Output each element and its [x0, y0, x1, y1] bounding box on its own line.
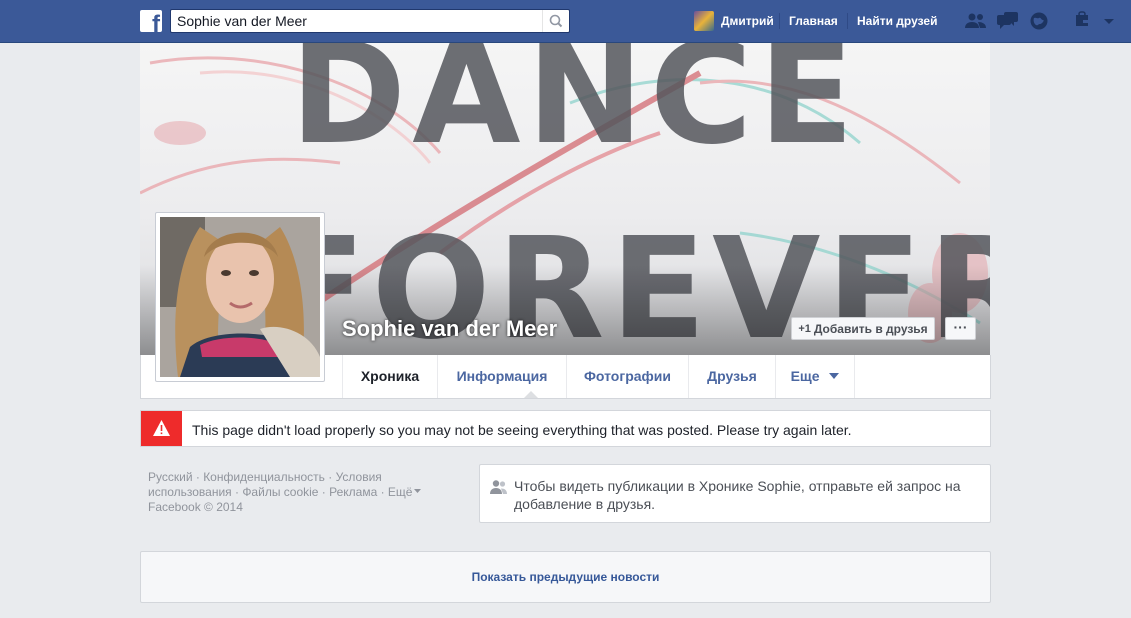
- footer-copyright: Facebook © 2014: [148, 500, 243, 514]
- messages-icon[interactable]: [996, 11, 1018, 31]
- top-navigation-bar: f Дмитрий Главная Найти друзей: [0, 0, 1131, 43]
- add-friend-label: Добавить в друзья: [813, 321, 928, 336]
- footer-links-line-2[interactable]: использования · Файлы cookie · Реклама ·…: [148, 485, 448, 500]
- add-friend-icon: +1: [798, 322, 811, 335]
- nav-user-name: Дмитрий: [721, 14, 774, 28]
- nav-divider: [847, 13, 848, 29]
- profile-name[interactable]: Sophie van der Meer: [342, 316, 557, 342]
- page-load-error-notice: This page didn't load properly so you ma…: [140, 410, 991, 447]
- friend-requests-icon[interactable]: [964, 11, 986, 31]
- cover-text-top: DANCE: [290, 43, 861, 176]
- nav-profile-link[interactable]: Дмитрий: [694, 11, 774, 31]
- tab-friends[interactable]: Друзья: [688, 355, 775, 398]
- tab-about[interactable]: Информация: [437, 355, 566, 398]
- notifications-globe-icon[interactable]: [1029, 11, 1051, 31]
- search-icon[interactable]: [542, 10, 569, 32]
- add-friend-button[interactable]: +1 Добавить в друзья: [791, 317, 935, 340]
- tab-photos[interactable]: Фотографии: [566, 355, 688, 398]
- show-previous-stories-button[interactable]: Показать предыдущие новости: [140, 551, 991, 603]
- more-options-button[interactable]: ···: [945, 317, 976, 340]
- nav-divider: [779, 13, 780, 29]
- user-avatar: [694, 11, 714, 31]
- friends-icon: [490, 480, 507, 494]
- search-input[interactable]: [177, 12, 537, 30]
- error-message: This page didn't load properly so you ma…: [192, 422, 852, 438]
- friend-request-message: Чтобы видеть публикации в Хронике Sophie…: [514, 478, 961, 512]
- nav-home-link[interactable]: Главная: [789, 14, 838, 28]
- active-tab-caret: [524, 391, 538, 398]
- friend-request-prompt: Чтобы видеть публикации в Хронике Sophie…: [479, 464, 991, 523]
- chevron-down-icon: [414, 489, 422, 493]
- chevron-down-icon: [829, 373, 840, 379]
- warning-icon: [153, 420, 170, 436]
- footer-links: Русский · Конфиденциальность · Условия и…: [148, 470, 448, 515]
- tab-timeline[interactable]: Хроника: [342, 355, 437, 398]
- tab-more[interactable]: Еще: [775, 355, 855, 398]
- profile-picture[interactable]: [155, 212, 325, 382]
- search-box[interactable]: [170, 9, 570, 33]
- account-settings-chevron-down-icon[interactable]: [1102, 11, 1124, 31]
- profile-photo: [160, 217, 320, 377]
- privacy-shortcuts-icon[interactable]: [1074, 11, 1096, 31]
- error-badge: [141, 411, 182, 446]
- footer-links-line-2-text: использования · Файлы cookie · Реклама ·…: [148, 485, 413, 499]
- facebook-logo-icon[interactable]: f: [140, 10, 162, 32]
- footer-links-line-1[interactable]: Русский · Конфиденциальность · Условия: [148, 470, 448, 485]
- nav-find-friends-link[interactable]: Найти друзей: [857, 14, 937, 28]
- tab-more-label: Еще: [790, 368, 820, 384]
